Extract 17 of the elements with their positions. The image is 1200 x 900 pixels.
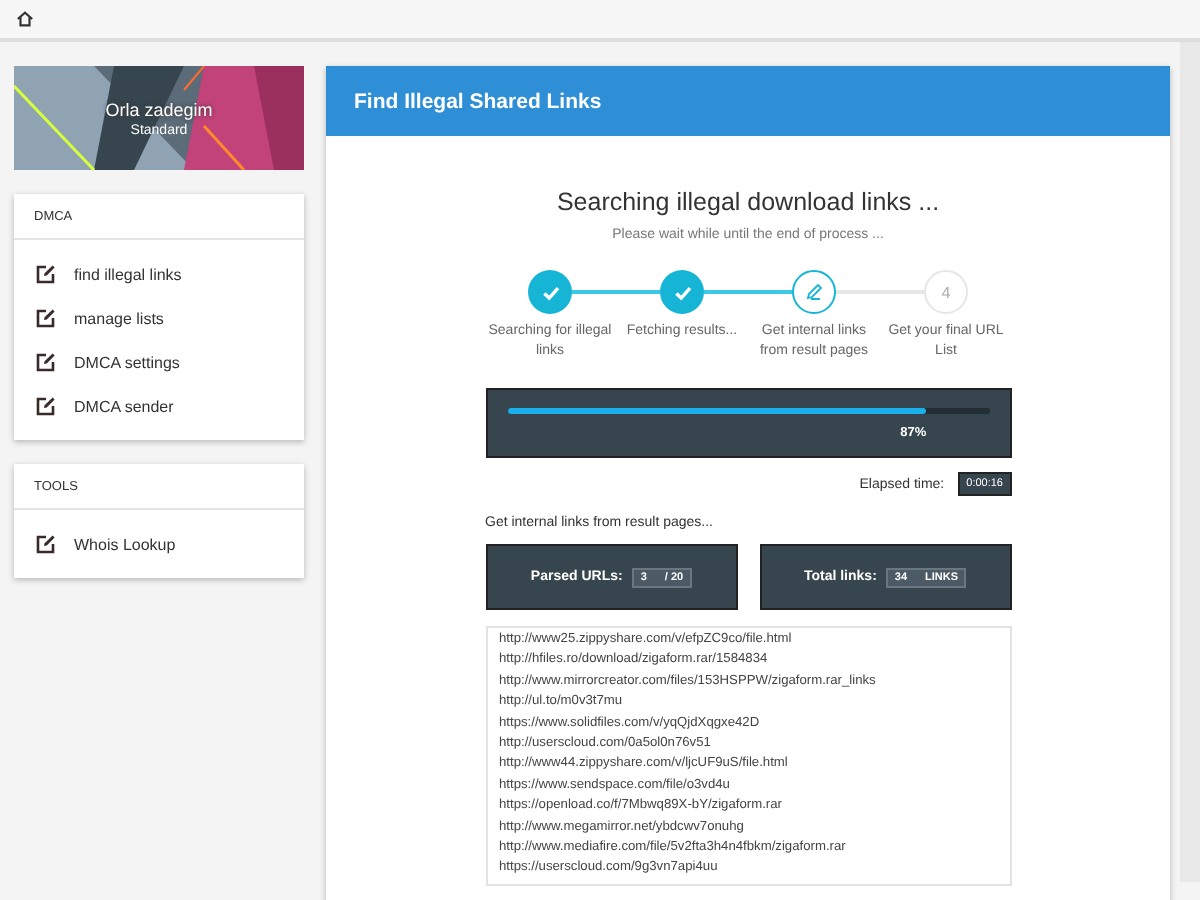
step-connector [704, 290, 792, 294]
home-icon[interactable] [16, 10, 34, 28]
edit-icon [36, 396, 56, 416]
panel-title: Find Illegal Shared Links [354, 89, 602, 113]
profile-name: Orla zadegim [105, 99, 213, 119]
step-connector [572, 290, 660, 294]
sidebar-item[interactable]: manage lists [14, 296, 304, 340]
edit-icon [36, 264, 56, 284]
edit-icon [36, 534, 56, 554]
sidebar-item[interactable]: DMCA sender [14, 384, 304, 428]
heading: Searching illegal download links ... [556, 188, 940, 216]
step-number: 4 [924, 270, 968, 314]
sidebar-item[interactable]: DMCA settings [14, 340, 304, 384]
sidebar-item[interactable]: Whois Lookup [14, 522, 304, 566]
edit-icon [36, 352, 56, 372]
sidebar-item[interactable]: find illegal links [14, 252, 304, 296]
edit-icon [36, 308, 56, 328]
